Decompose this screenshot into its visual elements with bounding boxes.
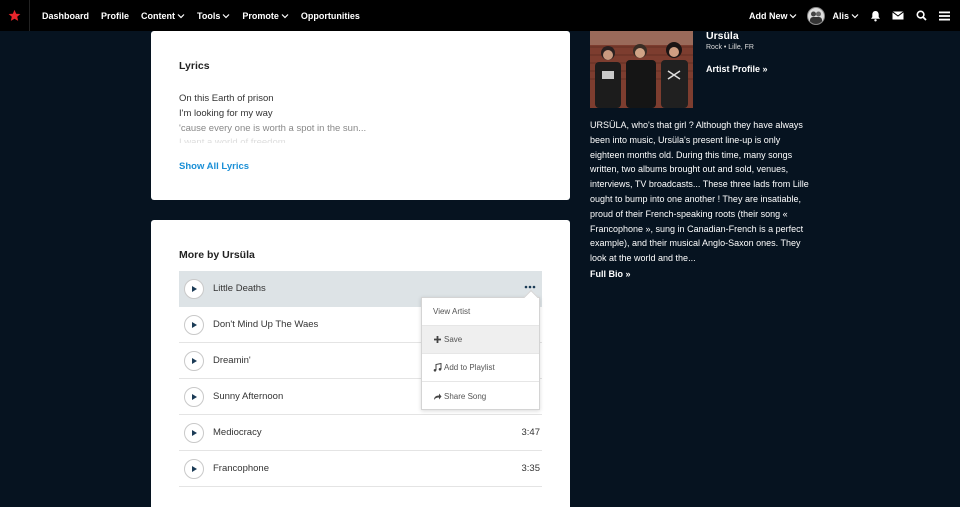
song-duration: 3:35	[521, 463, 541, 474]
share-icon	[434, 393, 442, 400]
nav-promote[interactable]: Promote	[242, 11, 289, 21]
user-menu[interactable]: Alis	[832, 11, 859, 21]
nav-tools[interactable]: Tools	[197, 11, 230, 21]
play-icon	[192, 465, 197, 472]
play-button[interactable]	[184, 386, 204, 407]
artist-genre-location: Rock • Lille, FR	[706, 44, 754, 51]
play-button[interactable]	[184, 314, 204, 335]
more-by-title: More by Ursüla	[179, 249, 255, 261]
menu-item-label: View Artist	[433, 307, 471, 316]
lyric-line: 'cause every one is worth a spot in the …	[179, 123, 367, 134]
play-button[interactable]	[184, 350, 204, 371]
song-row[interactable]: Francophone 3:35	[179, 451, 542, 487]
song-title: Sunny Afternoon	[213, 391, 284, 402]
play-button[interactable]	[184, 422, 204, 443]
artist-profile-link[interactable]: Artist Profile »	[706, 64, 768, 74]
menu-item-label: Save	[444, 335, 463, 344]
menu-share-song[interactable]: Share Song	[422, 382, 539, 410]
artist-name[interactable]: Ursüla	[706, 30, 739, 42]
chevron-down-icon	[222, 13, 230, 18]
chevron-down-icon	[281, 13, 289, 18]
nav-opportunities[interactable]: Opportunities	[301, 11, 360, 21]
top-navigation: Dashboard Profile Content Tools Promote …	[0, 0, 960, 31]
plus-icon	[434, 336, 441, 343]
menu-icon[interactable]	[937, 9, 951, 23]
add-new-button[interactable]: Add New	[749, 11, 798, 21]
artist-photo[interactable]	[590, 31, 693, 108]
lyrics-card: Lyrics On this Earth of prison I'm looki…	[151, 31, 570, 200]
menu-save[interactable]: Save	[422, 326, 539, 354]
menu-view-artist[interactable]: View Artist	[422, 298, 539, 326]
search-icon[interactable]	[914, 9, 928, 23]
menu-item-label: Add to Playlist	[444, 363, 495, 372]
menu-add-to-playlist[interactable]: Add to Playlist	[422, 354, 539, 382]
star-logo-icon[interactable]	[0, 0, 30, 31]
chevron-down-icon	[177, 13, 185, 18]
nav-content[interactable]: Content	[141, 11, 185, 21]
play-icon	[192, 357, 197, 364]
song-title: Dreamin'	[213, 355, 251, 366]
lyric-line: I'm looking for my way	[179, 108, 273, 119]
menu-item-label: Share Song	[444, 391, 487, 401]
play-button[interactable]	[184, 458, 204, 479]
avatar[interactable]	[807, 6, 826, 25]
song-options-menu: View Artist Save Add to Playlist Share S…	[421, 289, 540, 410]
show-all-lyrics-link[interactable]: Show All Lyrics	[179, 161, 249, 172]
lyric-line: On this Earth of prison	[179, 93, 274, 104]
song-title: Don't Mind Up The Waes	[213, 319, 319, 330]
play-icon	[192, 321, 197, 328]
song-title: Little Deaths	[213, 283, 266, 294]
chevron-down-icon	[790, 13, 797, 18]
song-title: Mediocracy	[213, 427, 262, 438]
lyrics-title: Lyrics	[179, 60, 210, 72]
bell-icon[interactable]	[868, 9, 882, 23]
lyric-line: I want a world of freedom	[179, 137, 286, 143]
song-duration: 3:47	[521, 427, 541, 438]
play-icon	[192, 393, 197, 400]
song-title: Francophone	[213, 463, 269, 474]
chevron-down-icon	[851, 13, 859, 18]
play-button[interactable]	[184, 278, 204, 299]
nav-profile[interactable]: Profile	[101, 11, 129, 21]
music-note-icon	[433, 363, 442, 372]
mail-icon[interactable]	[891, 9, 905, 23]
play-icon	[192, 429, 197, 436]
artist-bio: URSÜLA, who's that girl ? Although they …	[590, 120, 809, 264]
full-bio-link[interactable]: Full Bio »	[590, 269, 631, 279]
play-icon	[192, 285, 197, 292]
nav-dashboard[interactable]: Dashboard	[42, 11, 89, 21]
song-row[interactable]: Mediocracy 3:47	[179, 415, 542, 451]
